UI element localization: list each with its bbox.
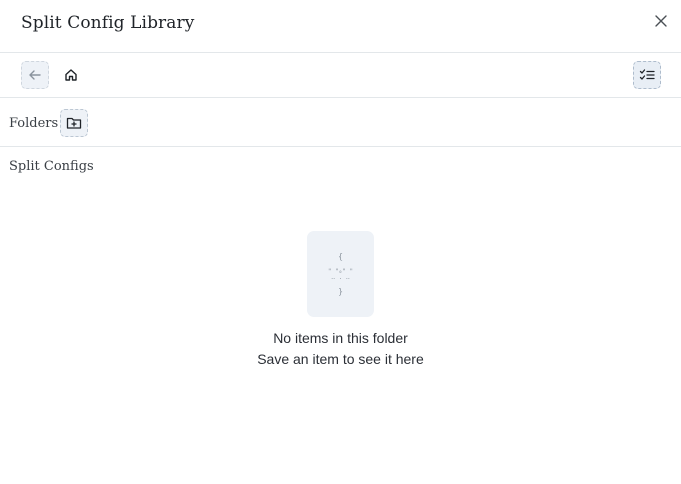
empty-state-title: No items in this folder: [273, 330, 408, 346]
home-icon: [65, 69, 77, 81]
dialog-header: Split Config Library: [0, 0, 681, 53]
back-button[interactable]: [21, 61, 49, 89]
close-icon: [655, 15, 667, 27]
select-mode-button[interactable]: [633, 61, 661, 89]
close-button[interactable]: [651, 11, 671, 31]
empty-state-subtitle: Save an item to see it here: [257, 351, 424, 367]
checklist-icon: [639, 69, 655, 80]
folders-section: Folders: [0, 98, 681, 147]
empty-file-icon: { " "₀" " ‥ . ‥ }: [307, 231, 374, 317]
empty-state-glyph-icon: { " "₀" " ‥ . ‥ }: [328, 252, 353, 296]
svg-text:{: {: [338, 252, 343, 261]
svg-text:‥ . ‥: ‥ . ‥: [331, 274, 350, 281]
split-configs-label: Split Configs: [9, 159, 94, 174]
arrow-left-icon: [29, 70, 41, 80]
folder-plus-icon: [66, 117, 82, 129]
toolbar: [0, 53, 681, 98]
home-button[interactable]: [57, 61, 85, 89]
folders-label: Folders: [9, 116, 59, 131]
svg-text:}: }: [338, 287, 343, 296]
dialog-title: Split Config Library: [21, 13, 195, 33]
new-folder-button[interactable]: [60, 109, 88, 137]
